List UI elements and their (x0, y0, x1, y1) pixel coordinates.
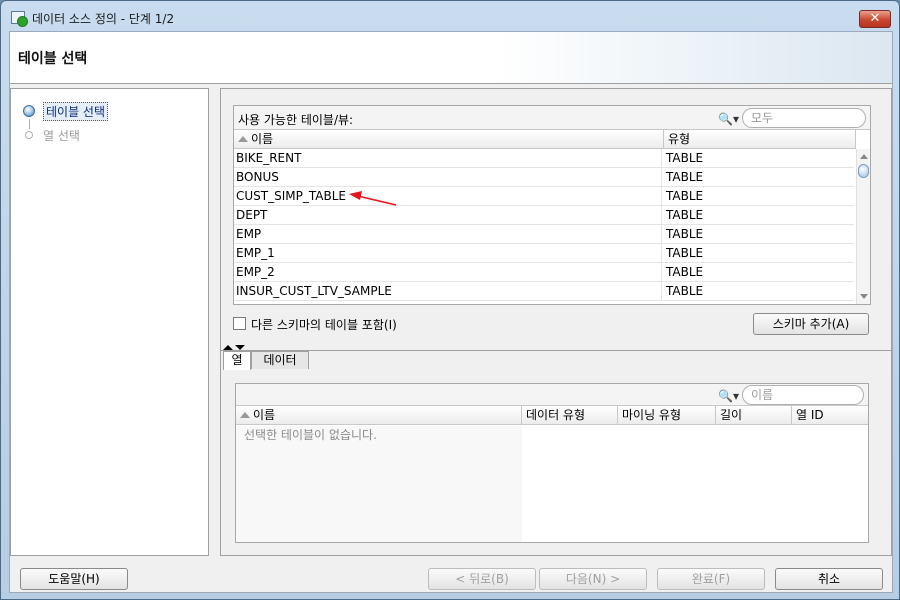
column-search: 🔍▾ 이름 (718, 385, 866, 405)
wizard-header: 테이블 선택 (10, 32, 892, 84)
close-button[interactable]: ✕ (859, 10, 891, 28)
sort-ascending-icon (240, 412, 250, 418)
page-title: 테이블 선택 (18, 51, 88, 67)
column-header-column-id[interactable]: 열 ID (792, 406, 868, 425)
scroll-up-icon[interactable] (860, 154, 868, 159)
nav-step-select-columns[interactable]: 열 선택 (19, 125, 207, 145)
row-name: EMP_1 (234, 244, 662, 263)
row-name: CUST_SIMP_TABLE (234, 187, 662, 206)
column-header-type[interactable]: 유형 (664, 130, 856, 149)
row-type: TABLE (666, 189, 704, 203)
column-search-input[interactable]: 이름 (742, 385, 864, 405)
scroll-down-icon[interactable] (860, 294, 868, 299)
add-schema-button[interactable]: 스키마 추가(A) (753, 313, 869, 335)
row-name: INSUR_CUST_LTV_SAMPLE (234, 282, 662, 301)
table-row[interactable]: EMP_2 TABLE (234, 263, 854, 282)
empty-message: 선택한 테이블이 없습니다. (244, 428, 377, 442)
columns-grid-header: 이름 데이터 유형 마이닝 유형 길이 열 ID (236, 406, 868, 425)
include-other-schema-label: 다른 스키마의 테이블 포함(I) (251, 318, 397, 332)
row-name: BIKE_RENT (234, 149, 662, 168)
row-name: BONUS (234, 168, 662, 187)
next-button[interactable]: 다음(N) > (539, 568, 647, 590)
checkbox-icon[interactable] (233, 317, 246, 330)
search-icon[interactable]: 🔍▾ (718, 112, 740, 126)
row-name: EMP_2 (234, 263, 662, 282)
nav-step-label: 열 선택 (43, 129, 80, 143)
table-search-input[interactable]: 모두 (742, 108, 866, 128)
nav-step-label: 테이블 선택 (43, 102, 109, 121)
back-button[interactable]: < 뒤로(B) (428, 568, 536, 590)
table-search: 🔍▾ 모두 (718, 108, 868, 128)
table-row[interactable]: CUST_SIMP_TABLE TABLE (234, 187, 854, 206)
title-bar: 데이터 소스 정의 - 단계 1/2 ✕ (1, 1, 899, 31)
row-type: TABLE (666, 208, 704, 222)
table-row[interactable]: EMP TABLE (234, 225, 854, 244)
row-name: DEPT (234, 206, 662, 225)
include-other-schema-checkbox[interactable]: 다른 스키마의 테이블 포함(I) (233, 315, 533, 333)
window-title: 데이터 소스 정의 - 단계 1/2 (32, 12, 175, 26)
columns-panel: 열 데이터 🔍▾ 이름 이름 데이터 유형 마이닝 유형 길이 열 ID 선택한… (220, 350, 892, 556)
scroll-thumb[interactable] (858, 164, 869, 178)
sort-ascending-icon (238, 136, 248, 142)
table-row[interactable]: EMP_1 TABLE (234, 244, 854, 263)
table-row[interactable]: BIKE_RENT TABLE (234, 149, 854, 168)
column-header-mining-type[interactable]: 마이닝 유형 (618, 406, 716, 425)
column-header-name[interactable]: 이름 (236, 406, 522, 425)
column-header-name[interactable]: 이름 (234, 130, 664, 149)
step-active-icon (23, 105, 35, 117)
help-button[interactable]: 도움말(H) (20, 568, 128, 590)
finish-button[interactable]: 완료(F) (657, 568, 765, 590)
step-navigator: 테이블 선택 열 선택 (10, 88, 209, 556)
dialog-window: 데이터 소스 정의 - 단계 1/2 ✕ 테이블 선택 테이블 선택 열 선택 … (0, 0, 900, 600)
column-header-length[interactable]: 길이 (716, 406, 792, 425)
available-tables-label: 사용 가능한 테이블/뷰: (238, 113, 354, 127)
row-type: TABLE (666, 284, 704, 298)
columns-grid-box: 🔍▾ 이름 이름 데이터 유형 마이닝 유형 길이 열 ID 선택한 테이블이 … (235, 383, 869, 543)
tables-grid-header: 이름 유형 (234, 130, 856, 149)
data-source-icon (11, 11, 28, 27)
tables-scrollbar[interactable] (856, 149, 870, 304)
nav-step-select-table[interactable]: 테이블 선택 (19, 101, 207, 121)
columns-toolbar: 🔍▾ 이름 (236, 384, 868, 406)
row-type: TABLE (666, 246, 704, 260)
tab-data[interactable]: 데이터 (251, 351, 309, 369)
search-icon[interactable]: 🔍▾ (718, 389, 740, 403)
cancel-button[interactable]: 취소 (775, 568, 883, 590)
row-type: TABLE (666, 265, 704, 279)
available-tables-box: 사용 가능한 테이블/뷰: 🔍▾ 모두 이름 유형 BIKE_RENT TABLE… (233, 105, 871, 305)
available-tables-toolbar: 사용 가능한 테이블/뷰: 🔍▾ 모두 (234, 106, 870, 130)
table-row[interactable]: DEPT TABLE (234, 206, 854, 225)
empty-name-column (236, 426, 522, 542)
row-type: TABLE (666, 170, 704, 184)
table-row[interactable]: INSUR_CUST_LTV_SAMPLE TABLE (234, 282, 854, 301)
tab-columns[interactable]: 열 (223, 351, 251, 370)
row-type: TABLE (666, 227, 704, 241)
row-type: TABLE (666, 151, 704, 165)
table-row[interactable]: BONUS TABLE (234, 168, 854, 187)
step-pending-icon (25, 131, 33, 139)
dialog-client: 테이블 선택 테이블 선택 열 선택 사용 가능한 테이블/뷰: 🔍▾ 모두 이… (9, 31, 893, 593)
row-name: EMP (234, 225, 662, 244)
column-header-data-type[interactable]: 데이터 유형 (522, 406, 618, 425)
